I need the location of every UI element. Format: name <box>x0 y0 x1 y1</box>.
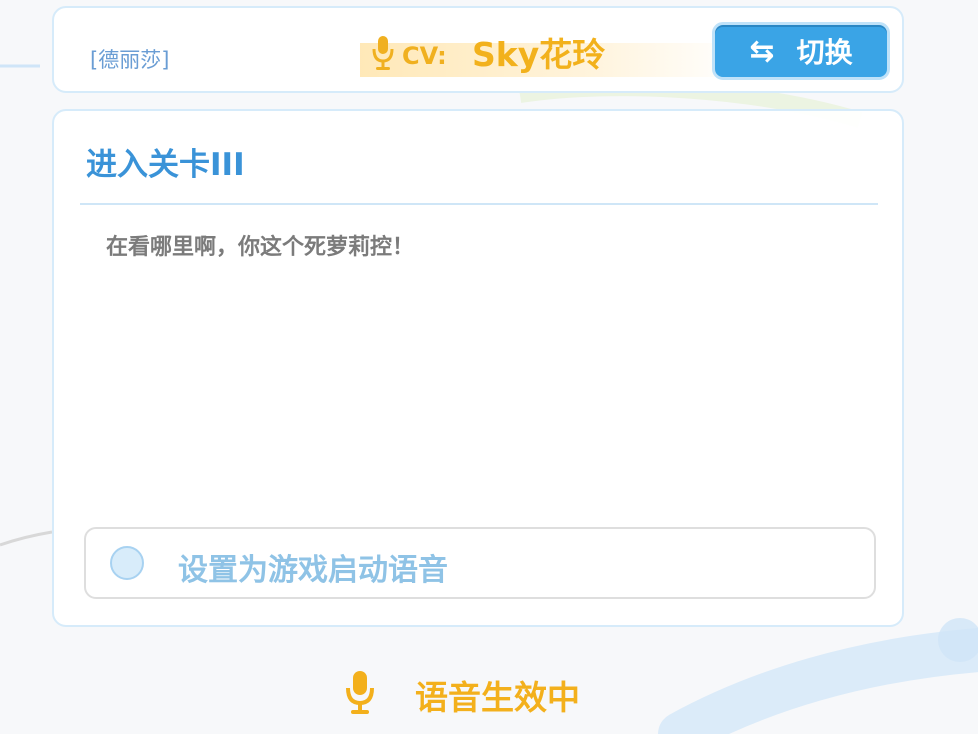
startup-voice-option[interactable]: 设置为游戏启动语音 <box>84 527 876 599</box>
voice-header-card: [德丽莎] CV: Sky花玲 ⇆ 切换 <box>52 6 904 93</box>
startup-voice-label: 设置为游戏启动语音 <box>178 553 448 588</box>
microphone-icon <box>345 669 375 721</box>
voice-status-label: 语音生效中 <box>415 678 580 717</box>
startup-voice-radio[interactable] <box>110 546 144 580</box>
cv-name: Sky花玲 <box>472 35 606 74</box>
cv-label: CV: <box>402 42 447 70</box>
voice-line-title: 进入关卡III <box>86 147 245 183</box>
character-name: [德丽莎] <box>90 48 170 72</box>
voice-line-card: 进入关卡III 在看哪里啊，你这个死萝莉控！ 设置为游戏启动语音 <box>52 109 904 627</box>
voice-line-text: 在看哪里啊，你这个死萝莉控！ <box>106 235 415 260</box>
title-divider <box>80 203 878 205</box>
voice-status: 语音生效中 <box>345 668 580 722</box>
switch-button[interactable]: ⇆ 切换 <box>712 22 890 80</box>
microphone-icon <box>372 34 394 76</box>
swap-arrows-icon: ⇆ <box>749 33 775 69</box>
switch-button-label: 切换 <box>796 36 853 69</box>
